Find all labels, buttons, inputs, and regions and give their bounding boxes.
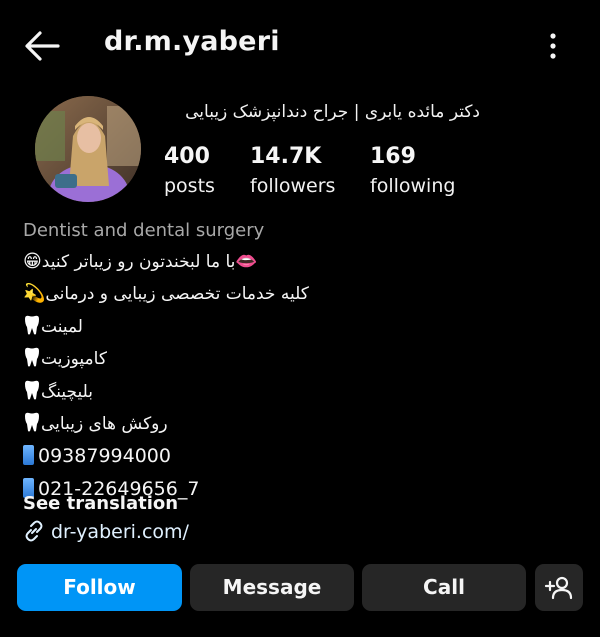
profile-full-name: دکتر مائده یابری | جراح دندانپزشک زیبایی	[185, 102, 480, 122]
following-stat[interactable]: 169 following	[370, 143, 455, 201]
tooth-icon	[25, 412, 39, 432]
followers-count: 14.7K	[250, 144, 322, 169]
bio-line: کامپوزیت	[23, 343, 493, 375]
bio-line-text: لمینت	[41, 316, 83, 337]
bio-line-text: کلیه خدمات تخصصی زیبایی و درمانی	[45, 284, 309, 305]
bio-line-text: با ما لبخندتون رو زیباتر کنید	[41, 252, 236, 272]
back-button[interactable]	[22, 28, 62, 64]
followers-label: followers	[250, 175, 336, 197]
tooth-icon	[25, 315, 39, 335]
posts-stat[interactable]: 400 posts	[164, 143, 215, 201]
bio-line: 👄با ما لبخندتون رو زیباتر کنید😁	[23, 246, 493, 278]
phone-number[interactable]: 09387994000	[38, 445, 171, 467]
bio-line-text: روکش های زیبایی	[41, 413, 168, 434]
call-button[interactable]: Call	[362, 564, 526, 611]
profile-bio: Dentist and dental surgery 👄با ما لبخندت…	[23, 218, 493, 505]
mobile-phone-icon	[23, 445, 34, 466]
arrow-left-icon	[25, 31, 60, 61]
profile-actions: Follow Message Call	[17, 564, 583, 611]
dizzy-star-emoji: 💫	[23, 283, 46, 305]
profile-avatar[interactable]	[35, 96, 141, 202]
profile-category: Dentist and dental surgery	[23, 220, 265, 241]
see-translation-link[interactable]: See translation	[23, 493, 178, 514]
bio-line: لمینت	[23, 311, 493, 343]
tooth-icon	[25, 380, 39, 400]
bio-line-text: بلیچینگ	[41, 381, 93, 402]
bio-line-text: کامپوزیت	[41, 349, 107, 370]
more-options-button[interactable]	[540, 28, 566, 64]
suggested-accounts-button[interactable]	[535, 564, 583, 611]
add-person-icon	[544, 576, 573, 600]
posts-count: 400	[164, 144, 210, 169]
lips-emoji: 👄	[235, 251, 258, 272]
message-button[interactable]: Message	[190, 564, 354, 611]
profile-photo	[35, 96, 141, 202]
bio-line: کلیه خدمات تخصصی زیبایی و درمانی💫	[23, 278, 493, 310]
link-icon	[25, 520, 43, 542]
bio-line: روکش های زیبایی	[23, 408, 493, 440]
top-bar: dr.m.yaberi	[0, 0, 600, 90]
posts-label: posts	[164, 175, 215, 197]
follow-button[interactable]: Follow	[17, 564, 182, 611]
followers-stat[interactable]: 14.7K followers	[250, 143, 335, 201]
following-count: 169	[370, 144, 416, 169]
bio-phone-line: 09387994000	[23, 440, 493, 472]
grin-emoji: 😁	[23, 251, 42, 272]
tooth-icon	[25, 347, 39, 367]
bio-line: بلیچینگ	[23, 376, 493, 408]
website-link[interactable]: dr-yaberi.com/	[23, 520, 189, 543]
more-vertical-icon	[550, 33, 556, 59]
profile-username: dr.m.yaberi	[104, 26, 280, 57]
website-link-text: dr-yaberi.com/	[51, 521, 189, 543]
following-label: following	[370, 175, 456, 197]
